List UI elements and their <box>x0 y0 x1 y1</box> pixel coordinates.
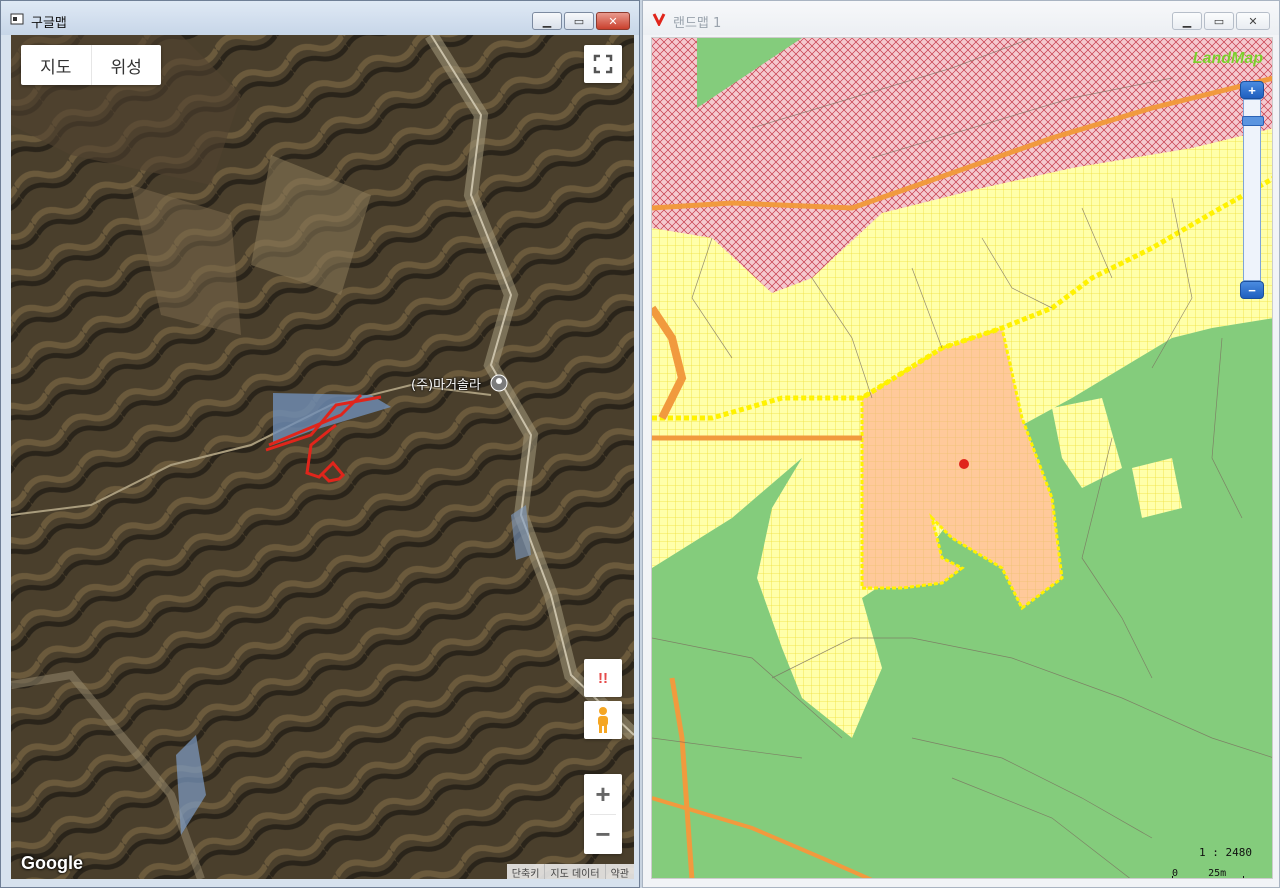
zoom-out-button[interactable]: − <box>584 814 622 854</box>
satellite-imagery <box>11 35 634 879</box>
close-button[interactable]: ✕ <box>1236 12 1270 30</box>
minimize-icon: ▁ <box>1182 15 1192 28</box>
terms-link[interactable]: 약관 <box>604 864 634 879</box>
window-controls: ▁ ▭ ✕ <box>532 12 630 30</box>
zoom-thumb[interactable] <box>1242 116 1264 126</box>
zoom-control: + − <box>584 774 622 854</box>
alert-button[interactable]: !! <box>584 659 622 697</box>
close-icon: ✕ <box>1248 15 1258 28</box>
maximize-icon: ▭ <box>573 15 585 28</box>
map-type-satellite-button[interactable]: 위성 <box>90 45 162 85</box>
minimize-button[interactable]: ▁ <box>532 12 562 30</box>
google-logo: Google <box>21 853 83 873</box>
window-title: 구글맵 <box>31 16 67 31</box>
zoom-track[interactable] <box>1242 99 1264 281</box>
fullscreen-button[interactable] <box>584 45 622 83</box>
map-pin-icon[interactable] <box>490 374 508 392</box>
place-label[interactable]: (주)마거솔라 <box>411 374 481 393</box>
fullscreen-icon <box>593 54 613 74</box>
landmap-app-icon <box>652 13 666 26</box>
map-footer: 단축키 지도 데이터 약관 <box>506 864 634 879</box>
close-button[interactable]: ✕ <box>596 12 630 30</box>
app-icon <box>10 13 24 25</box>
zoom-in-button[interactable]: + <box>584 774 622 814</box>
street-view-button[interactable] <box>584 701 622 739</box>
zoom-slider: + − <box>1240 81 1264 299</box>
maximize-icon: ▭ <box>1213 15 1225 28</box>
minimize-icon: ▁ <box>542 15 552 28</box>
window-title: 랜드맵 1 <box>673 16 722 31</box>
scale-ratio: 1 : 2480 <box>1199 846 1252 859</box>
title-bar[interactable]: 랜드맵 1 ▁ ▭ ✕ <box>643 1 1279 35</box>
location-marker[interactable] <box>959 459 969 469</box>
pegman-icon <box>598 707 608 733</box>
zoom-out-button[interactable]: − <box>1240 281 1264 299</box>
satellite-map[interactable]: (주)마거솔라 지도 위성 !! + − Google 단축키 지도 데이터 약… <box>11 35 634 879</box>
title-bar[interactable]: 구글맵 ▁ ▭ ✕ <box>1 1 639 35</box>
scale-line <box>1172 876 1244 878</box>
zoom-in-button[interactable]: + <box>1240 81 1264 99</box>
map-type-map-button[interactable]: 지도 <box>21 45 91 85</box>
close-icon: ✕ <box>608 15 618 28</box>
minimize-button[interactable]: ▁ <box>1172 12 1202 30</box>
landmap-window: 랜드맵 1 ▁ ▭ ✕ LandMap + − 1: 2480 0 25m <box>642 0 1280 888</box>
cadastral-layer <box>652 38 1272 878</box>
maximize-button[interactable]: ▭ <box>564 12 594 30</box>
shortcuts-link[interactable]: 단축키 <box>507 864 545 879</box>
window-controls: ▁ ▭ ✕ <box>1172 12 1270 30</box>
map-type-control: 지도 위성 <box>21 45 161 85</box>
maximize-button[interactable]: ▭ <box>1204 12 1234 30</box>
google-map-window: 구글맵 ▁ ▭ ✕ (주)마거솔라 지도 위성 !! + − Google 단축… <box>0 0 640 888</box>
cadastral-map[interactable]: LandMap + − 1 : 2480 0 25m <box>651 37 1273 879</box>
map-data-link[interactable]: 지도 데이터 <box>544 864 604 879</box>
landmap-logo: LandMap <box>1192 50 1263 67</box>
